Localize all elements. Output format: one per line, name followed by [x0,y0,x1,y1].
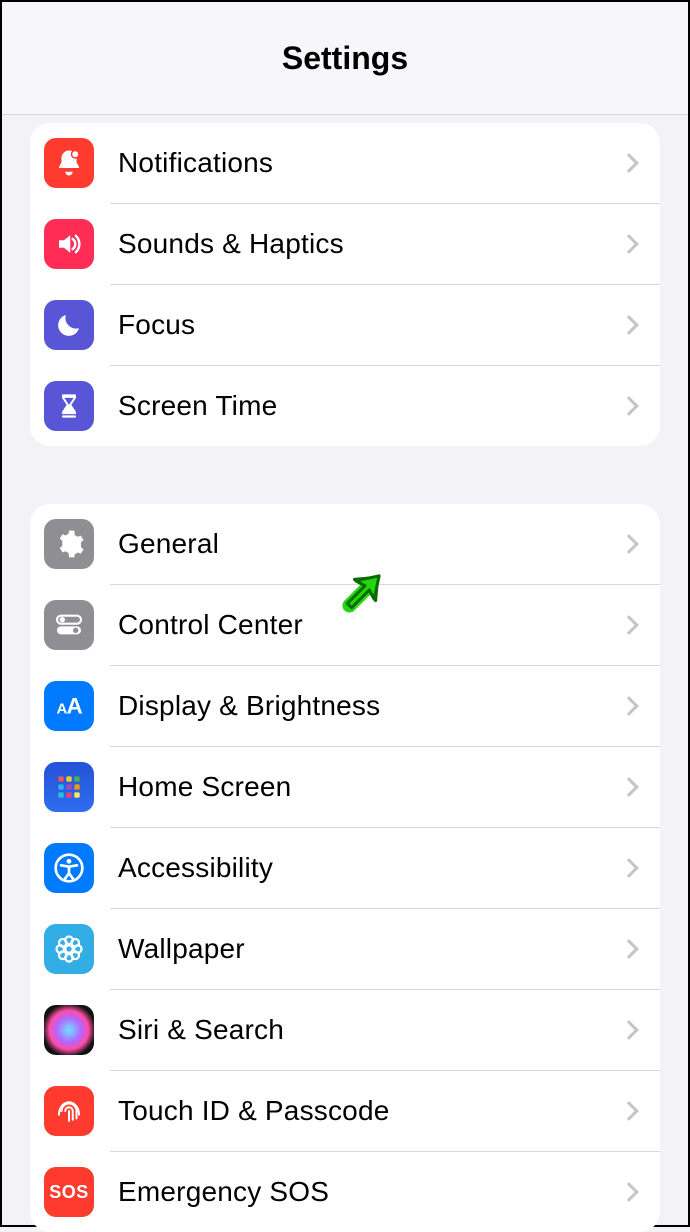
settings-row-general[interactable]: General [30,504,660,584]
settings-row-sos[interactable]: SOS Emergency SOS [30,1152,660,1232]
settings-row-sounds[interactable]: Sounds & Haptics [30,204,660,284]
settings-row-siri[interactable]: Siri & Search [30,990,660,1070]
text-size-icon: AA [44,681,94,731]
bell-icon [44,138,94,188]
chevron-right-icon [619,534,639,554]
settings-row-accessibility[interactable]: Accessibility [30,828,660,908]
apps-grid-icon [44,762,94,812]
row-label: Screen Time [118,390,622,422]
chevron-right-icon [619,615,639,635]
hourglass-icon [44,381,94,431]
svg-text:A: A [67,694,83,719]
chevron-right-icon [619,396,639,416]
sos-icon: SOS [44,1167,94,1217]
settings-row-touchid[interactable]: Touch ID & Passcode [30,1071,660,1151]
chevron-right-icon [619,939,639,959]
row-label: Notifications [118,147,622,179]
flower-icon [44,924,94,974]
row-label: Touch ID & Passcode [118,1095,622,1127]
settings-row-focus[interactable]: Focus [30,285,660,365]
row-label: Home Screen [118,771,622,803]
settings-row-homescreen[interactable]: Home Screen [30,747,660,827]
chevron-right-icon [619,153,639,173]
header: Settings [2,2,688,115]
siri-icon [44,1005,94,1055]
chevron-right-icon [619,858,639,878]
row-label: Focus [118,309,622,341]
row-label: Control Center [118,609,622,641]
chevron-right-icon [619,315,639,335]
chevron-right-icon [619,1101,639,1121]
accessibility-icon [44,843,94,893]
gear-icon [44,519,94,569]
settings-row-display[interactable]: AA Display & Brightness [30,666,660,746]
moon-icon [44,300,94,350]
row-label: Sounds & Haptics [118,228,622,260]
row-label: Accessibility [118,852,622,884]
fingerprint-icon [44,1086,94,1136]
settings-group: General Control Center AA Display & Brig… [30,504,660,1232]
page-title: Settings [282,40,408,77]
chevron-right-icon [619,696,639,716]
row-label: Display & Brightness [118,690,622,722]
row-label: Siri & Search [118,1014,622,1046]
chevron-right-icon [619,1182,639,1202]
settings-row-control-center[interactable]: Control Center [30,585,660,665]
settings-list: Notifications Sounds & Haptics Focus Scr… [2,123,688,1232]
row-label: Emergency SOS [118,1176,622,1208]
settings-row-notifications[interactable]: Notifications [30,123,660,203]
settings-group: Notifications Sounds & Haptics Focus Scr… [30,123,660,446]
chevron-right-icon [619,234,639,254]
chevron-right-icon [619,777,639,797]
settings-row-wallpaper[interactable]: Wallpaper [30,909,660,989]
row-label: Wallpaper [118,933,622,965]
settings-row-screentime[interactable]: Screen Time [30,366,660,446]
speaker-icon [44,219,94,269]
chevron-right-icon [619,1020,639,1040]
row-label: General [118,528,622,560]
toggles-icon [44,600,94,650]
